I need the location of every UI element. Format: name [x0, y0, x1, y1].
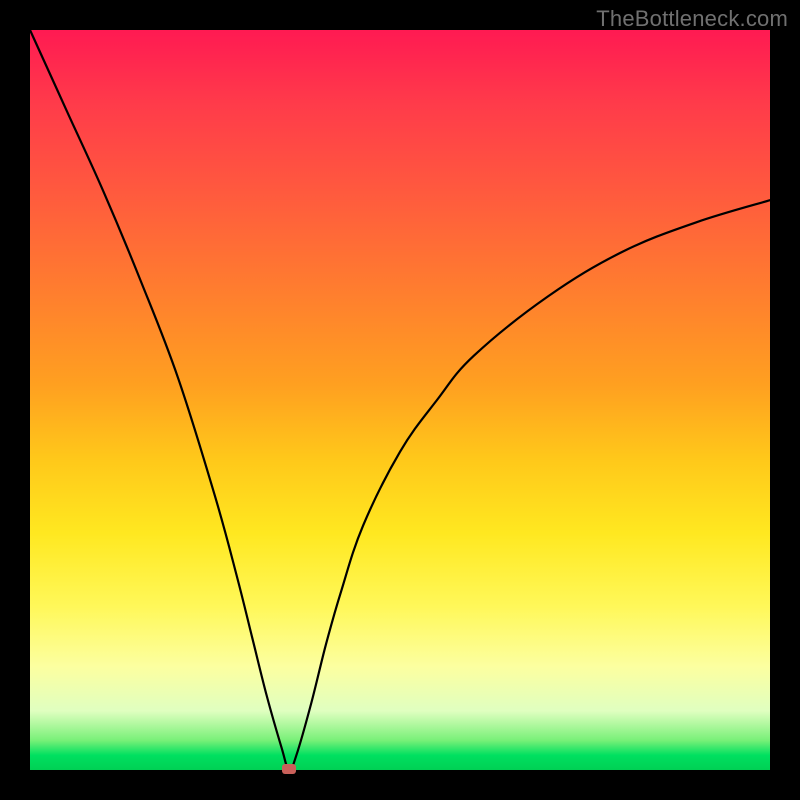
curve-svg — [30, 30, 770, 770]
watermark-text: TheBottleneck.com — [596, 6, 788, 32]
chart-frame: TheBottleneck.com — [0, 0, 800, 800]
optimum-marker — [282, 764, 296, 774]
bottleneck-curve — [30, 30, 770, 770]
plot-area — [30, 30, 770, 770]
